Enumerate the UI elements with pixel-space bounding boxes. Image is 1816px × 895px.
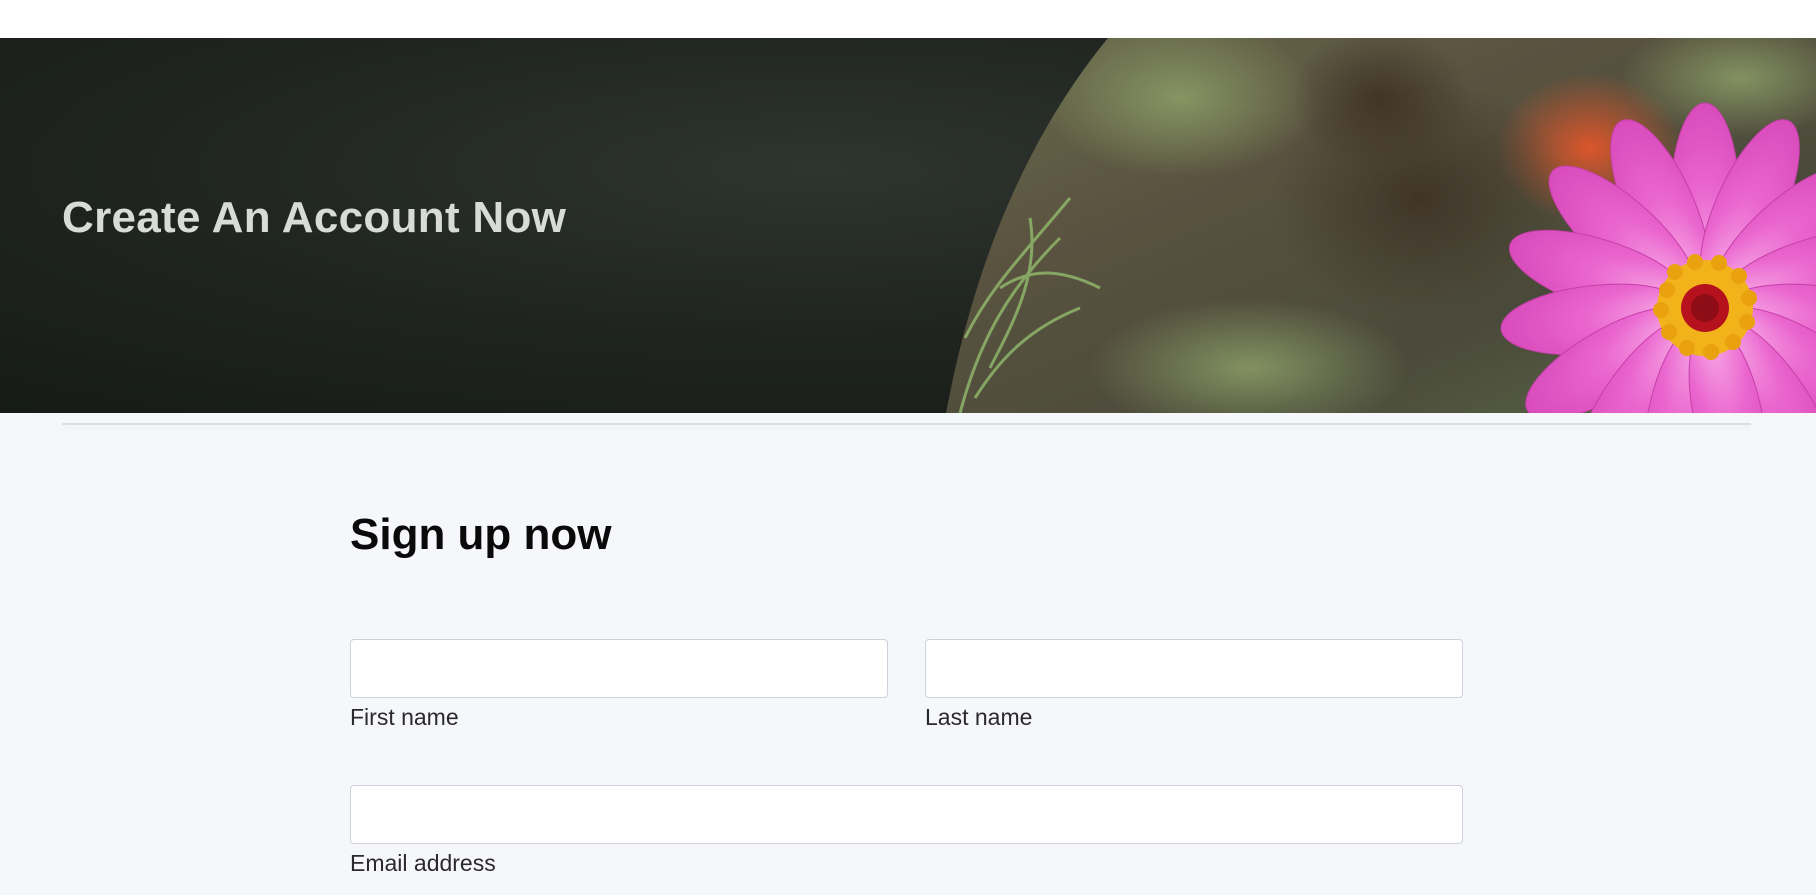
hero-banner: Create An Account Now	[0, 38, 1816, 413]
email-input[interactable]	[350, 785, 1463, 844]
top-bar	[0, 0, 1816, 38]
first-name-input[interactable]	[350, 639, 888, 698]
email-field: Email address	[350, 785, 1463, 877]
last-name-field: Last name	[925, 639, 1463, 731]
section-divider	[62, 423, 1751, 425]
email-label: Email address	[350, 850, 496, 876]
form-title: Sign up now	[350, 510, 612, 559]
last-name-label: Last name	[925, 704, 1033, 730]
first-name-label: First name	[350, 704, 459, 730]
hero-title: Create An Account Now	[62, 193, 567, 242]
last-name-input[interactable]	[925, 639, 1463, 698]
first-name-field: First name	[350, 639, 888, 731]
